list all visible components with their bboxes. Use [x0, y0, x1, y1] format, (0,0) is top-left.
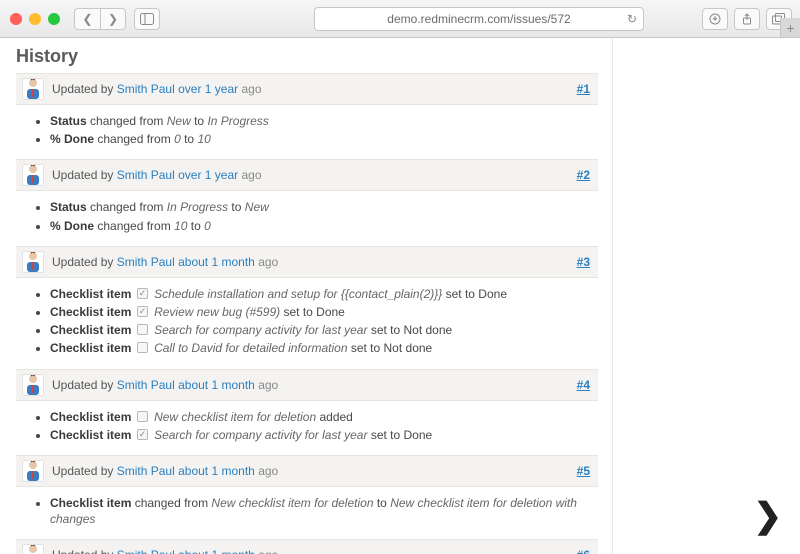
- author-link[interactable]: Smith Paul: [117, 255, 175, 269]
- author-link[interactable]: Smith Paul: [117, 464, 175, 478]
- avatar: [22, 78, 44, 100]
- history-entry: Updated by Smith Paul over 1 year ago #2…: [16, 159, 598, 239]
- history-entry: Updated by Smith Paul about 1 month ago …: [16, 539, 598, 554]
- entry-anchor[interactable]: #5: [577, 464, 590, 478]
- browser-toolbar: ❮ ❯ demo.redminecrm.com/issues/572 ↻: [0, 0, 800, 38]
- reload-icon[interactable]: ↻: [627, 12, 637, 26]
- entry-header: Updated by Smith Paul about 1 month ago …: [16, 539, 598, 554]
- checkbox-empty-icon: [137, 411, 148, 422]
- new-tab-button[interactable]: +: [780, 18, 800, 38]
- close-window[interactable]: [10, 13, 22, 25]
- change-row: Checklist item New checklist item for de…: [50, 409, 598, 425]
- downloads-button[interactable]: [702, 8, 728, 30]
- entry-meta: Updated by Smith Paul over 1 year ago: [52, 82, 262, 96]
- forward-button[interactable]: ❯: [100, 8, 126, 30]
- entry-header: Updated by Smith Paul over 1 year ago #1: [16, 73, 598, 105]
- author-link[interactable]: Smith Paul: [117, 168, 175, 182]
- entry-header: Updated by Smith Paul about 1 month ago …: [16, 246, 598, 278]
- url-text: demo.redminecrm.com/issues/572: [387, 12, 570, 26]
- time-link[interactable]: over 1 year: [178, 168, 238, 182]
- change-row: Checklist item Review new bug (#599) set…: [50, 304, 598, 320]
- entry-anchor[interactable]: #2: [577, 168, 590, 182]
- change-row: % Done changed from 0 to 10: [50, 131, 598, 147]
- entry-header: Updated by Smith Paul about 1 month ago …: [16, 455, 598, 487]
- change-row: Status changed from New to In Progress: [50, 113, 598, 129]
- change-row: Checklist item Call to David for detaile…: [50, 340, 598, 356]
- history-entry: Updated by Smith Paul about 1 month ago …: [16, 246, 598, 363]
- avatar: [22, 251, 44, 273]
- avatar: [22, 164, 44, 186]
- checkbox-empty-icon: [137, 342, 148, 353]
- time-link[interactable]: about 1 month: [178, 548, 255, 554]
- avatar: [22, 374, 44, 396]
- avatar: [22, 460, 44, 482]
- change-row: Checklist item Schedule installation and…: [50, 286, 598, 302]
- entry-anchor[interactable]: #1: [577, 82, 590, 96]
- entry-anchor[interactable]: #3: [577, 255, 590, 269]
- address-bar[interactable]: demo.redminecrm.com/issues/572 ↻: [314, 7, 644, 31]
- window-controls: [10, 13, 60, 25]
- change-row: % Done changed from 10 to 0: [50, 218, 598, 234]
- maximize-window[interactable]: [48, 13, 60, 25]
- back-button[interactable]: ❮: [74, 8, 100, 30]
- change-row: Checklist item Search for company activi…: [50, 322, 598, 338]
- avatar: [22, 544, 44, 554]
- time-link[interactable]: over 1 year: [178, 82, 238, 96]
- sidebar-toggle[interactable]: [134, 8, 160, 30]
- nav-buttons: ❮ ❯: [74, 8, 126, 30]
- share-button[interactable]: [734, 8, 760, 30]
- time-link[interactable]: about 1 month: [178, 378, 255, 392]
- issue-history-page: History Updated by Smith Paul over 1 yea…: [0, 38, 612, 554]
- history-entry: Updated by Smith Paul about 1 month ago …: [16, 455, 598, 533]
- time-link[interactable]: about 1 month: [178, 255, 255, 269]
- author-link[interactable]: Smith Paul: [117, 378, 175, 392]
- checkbox-done-icon: [137, 429, 148, 440]
- next-arrow-icon[interactable]: ❯: [754, 496, 783, 536]
- entry-header: Updated by Smith Paul over 1 year ago #2: [16, 159, 598, 191]
- page-title: History: [16, 46, 598, 67]
- author-link[interactable]: Smith Paul: [117, 82, 175, 96]
- checkbox-done-icon: [137, 288, 148, 299]
- entry-anchor[interactable]: #4: [577, 378, 590, 392]
- change-row: Checklist item changed from New checklis…: [50, 495, 598, 527]
- entry-header: Updated by Smith Paul about 1 month ago …: [16, 369, 598, 401]
- author-link[interactable]: Smith Paul: [117, 548, 175, 554]
- history-entry: Updated by Smith Paul over 1 year ago #1…: [16, 73, 598, 153]
- history-entry: Updated by Smith Paul about 1 month ago …: [16, 369, 598, 449]
- sidebar-area: ❯: [612, 38, 800, 554]
- time-link[interactable]: about 1 month: [178, 464, 255, 478]
- entry-anchor[interactable]: #6: [577, 548, 590, 554]
- change-row: Status changed from In Progress to New: [50, 199, 598, 215]
- checkbox-empty-icon: [137, 324, 148, 335]
- minimize-window[interactable]: [29, 13, 41, 25]
- checkbox-done-icon: [137, 306, 148, 317]
- change-row: Checklist item Search for company activi…: [50, 427, 598, 443]
